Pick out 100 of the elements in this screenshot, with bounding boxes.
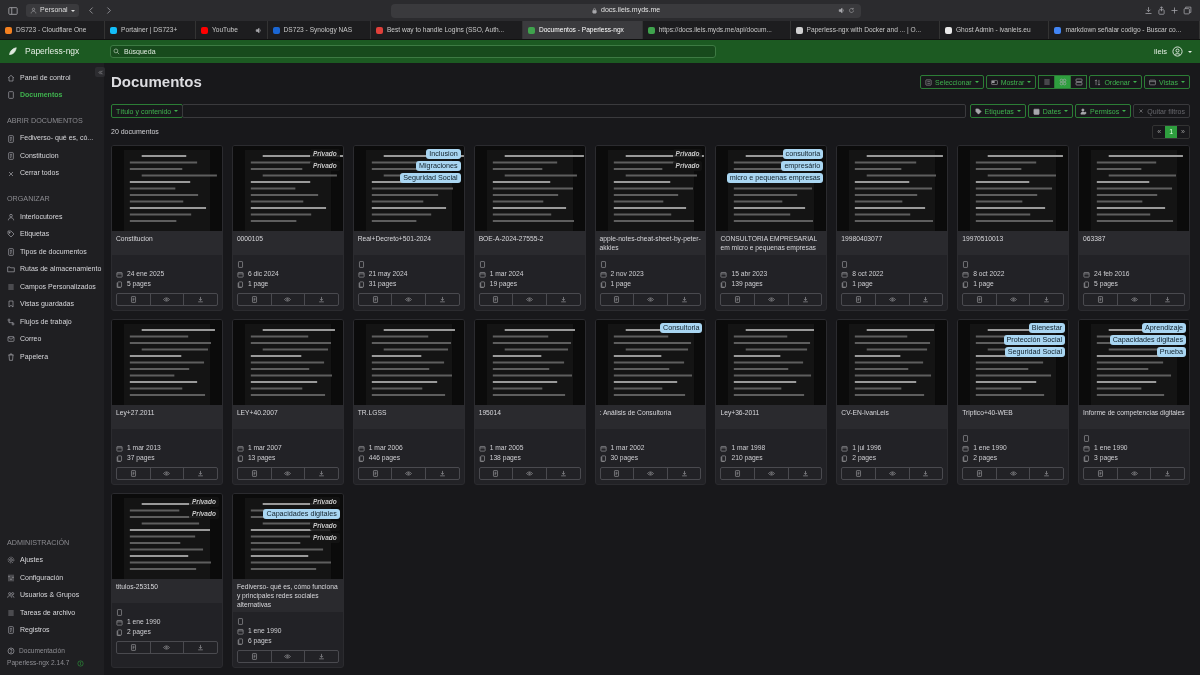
download-icon	[680, 296, 688, 303]
document-icon	[7, 91, 15, 100]
calendar-icon	[116, 270, 123, 278]
eye-icon	[647, 470, 654, 477]
pages-icon	[1083, 454, 1091, 462]
app-brand[interactable]: Paperless-ngx	[25, 45, 80, 58]
document-icon	[129, 296, 137, 303]
document-icon	[976, 296, 984, 303]
help-icon	[7, 647, 15, 655]
eye-icon	[526, 470, 534, 477]
document-icon	[250, 470, 258, 477]
speaker-icon[interactable]	[254, 26, 262, 34]
eye-icon	[767, 296, 775, 303]
download-icon	[1043, 296, 1051, 303]
info-icon	[77, 659, 85, 667]
document-icon	[613, 296, 621, 303]
document-icon	[976, 470, 984, 477]
pages-icon	[478, 454, 486, 462]
document-icon	[734, 296, 742, 303]
pages-icon	[962, 454, 970, 462]
pages-icon	[1083, 280, 1091, 288]
download-icon	[801, 296, 809, 303]
sliders-icon	[7, 573, 15, 582]
document-icon	[250, 653, 258, 660]
card-icon	[990, 78, 998, 86]
calendar-icon	[599, 270, 607, 278]
document-icon	[129, 470, 137, 477]
user-avatar-icon[interactable]	[1172, 46, 1183, 57]
document-icon	[129, 644, 137, 651]
tab-overview-icon[interactable]	[1183, 6, 1192, 15]
person-icon	[30, 7, 37, 14]
document-icon	[492, 470, 500, 477]
calendar-icon	[962, 444, 970, 452]
close-icon	[7, 169, 15, 178]
sort-icon	[1094, 78, 1102, 86]
eye-icon	[1130, 470, 1138, 477]
sidebar-toggle-icon[interactable]	[8, 5, 18, 16]
calendar-icon	[116, 444, 123, 452]
document-icon	[7, 626, 15, 635]
document-icon	[7, 134, 15, 143]
calendar-icon	[1083, 444, 1091, 452]
share-icon[interactable]	[1157, 6, 1166, 15]
reload-icon[interactable]	[847, 6, 855, 14]
filter-text-field[interactable]	[182, 104, 966, 118]
download-icon	[559, 296, 567, 303]
list-icon	[1042, 78, 1051, 86]
eye-icon	[1009, 470, 1017, 477]
list-view-button[interactable]	[1038, 75, 1056, 89]
document-icon	[734, 470, 742, 477]
back-icon[interactable]	[86, 6, 96, 15]
large-card-view-button[interactable]	[1070, 75, 1088, 89]
calendar-icon	[841, 270, 849, 278]
document-icon	[371, 470, 379, 477]
double-chevron-icon	[96, 68, 104, 76]
document-icon	[7, 152, 15, 161]
calendar-icon	[357, 444, 365, 452]
download-icon	[1164, 470, 1172, 477]
pages-icon	[236, 637, 244, 645]
calendar-icon	[236, 444, 244, 452]
eye-icon	[1009, 296, 1017, 303]
download-icon	[317, 296, 325, 303]
house-icon	[7, 73, 15, 82]
document-icon	[613, 470, 621, 477]
people-icon	[7, 591, 15, 600]
document-icon	[855, 470, 863, 477]
download-icon	[438, 470, 446, 477]
calendar-icon	[1032, 107, 1040, 115]
calendar-icon	[720, 270, 728, 278]
pages-icon	[236, 280, 244, 288]
eye-icon	[163, 470, 171, 477]
download-icon	[801, 470, 809, 477]
eye-icon	[647, 296, 654, 303]
speaker-icon[interactable]	[837, 6, 845, 14]
eye-icon	[888, 296, 896, 303]
caret-icon[interactable]	[1188, 50, 1192, 53]
calendar-icon	[236, 627, 244, 635]
checklist-icon	[925, 78, 933, 86]
eye-icon	[163, 644, 171, 651]
pages-icon	[236, 454, 244, 462]
eye-icon	[163, 296, 171, 303]
download-icon[interactable]	[1144, 6, 1153, 15]
document-icon	[492, 296, 500, 303]
close-icon	[1138, 108, 1145, 114]
new-tab-icon[interactable]	[1170, 6, 1179, 15]
lock-icon	[591, 7, 599, 14]
download-icon	[1164, 296, 1172, 303]
collapse-sidebar-button[interactable]	[95, 67, 105, 77]
trash-icon	[7, 352, 15, 361]
calendar-icon	[720, 444, 728, 452]
bookmark-icon	[7, 300, 15, 309]
pages-icon	[116, 628, 123, 636]
eye-icon	[284, 653, 292, 660]
calendar-icon	[841, 444, 849, 452]
pages-icon	[116, 454, 123, 462]
folder-icon	[7, 265, 15, 274]
page-title: Documentos	[111, 73, 202, 91]
eye-icon	[284, 296, 292, 303]
eye-icon	[767, 470, 775, 477]
download-icon	[922, 296, 930, 303]
pages-icon	[357, 454, 365, 462]
